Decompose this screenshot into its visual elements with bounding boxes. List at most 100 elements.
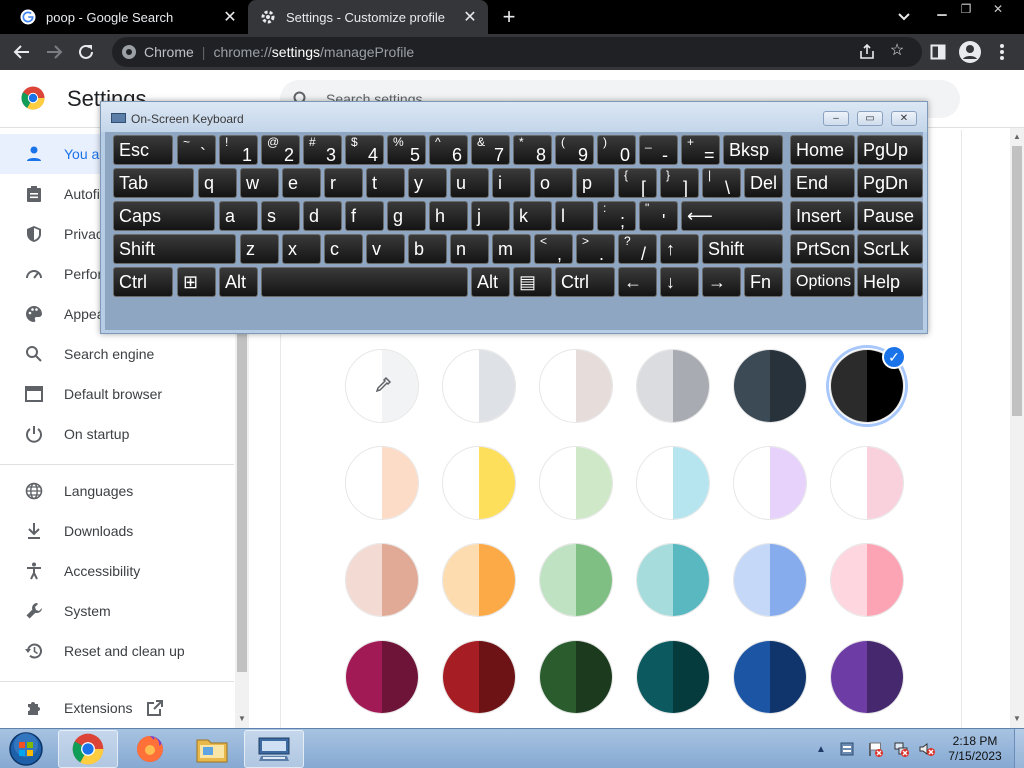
osk-key[interactable]: j [471, 201, 510, 231]
theme-color-swatch[interactable] [442, 543, 516, 617]
profile-avatar-icon[interactable] [958, 40, 982, 64]
osk-key[interactable]: d [303, 201, 342, 231]
osk-key[interactable]: i [492, 168, 531, 198]
osk-key[interactable]: Caps [113, 201, 215, 231]
close-tab-icon[interactable]: ✕ [220, 7, 240, 27]
address-bar[interactable]: Chrome | chrome:// settings /manageProfi… [112, 37, 922, 67]
osk-key[interactable]: ~ ` [177, 135, 216, 165]
osk-maximize-button[interactable]: ▭ [857, 111, 883, 126]
osk-key[interactable]: " ' [639, 201, 678, 231]
tab-settings[interactable]: Settings - Customize profile ✕ [248, 0, 488, 34]
osk-key[interactable]: Insert [790, 201, 855, 231]
osk-key[interactable]: _ - [639, 135, 678, 165]
page-scrollbar[interactable]: ▲ ▼ [1010, 128, 1024, 728]
osk-key[interactable]: ? / [618, 234, 657, 264]
osk-key[interactable]: #3 [303, 135, 342, 165]
osk-key[interactable]: Help [857, 267, 923, 297]
side-panel-icon[interactable] [926, 40, 950, 64]
sidebar-item-accessibility[interactable]: Accessibility [0, 551, 234, 591]
osk-key[interactable]: ⟵ [681, 201, 783, 231]
scroll-down-arrow-icon[interactable]: ▼ [237, 714, 247, 724]
osk-key[interactable]: (9 [555, 135, 594, 165]
theme-color-swatch[interactable] [636, 349, 710, 423]
theme-color-swatch[interactable] [733, 446, 807, 520]
osk-key[interactable]: Alt [219, 267, 258, 297]
osk-taskbar-button[interactable] [244, 730, 304, 768]
restore-window-icon[interactable]: ❐ [950, 0, 982, 18]
forward-arrow-icon[interactable] [42, 40, 66, 64]
theme-color-swatch[interactable] [733, 640, 807, 714]
volume-muted-icon[interactable] [918, 740, 936, 758]
osk-key[interactable]: ! 1 [219, 135, 258, 165]
osk-key[interactable]: q [198, 168, 237, 198]
action-center-flag-icon[interactable] [866, 740, 884, 758]
osk-key[interactable]: ↓ [660, 267, 699, 297]
osk-key[interactable]: }] [660, 168, 699, 198]
osk-key[interactable]: Bksp [723, 135, 783, 165]
osk-key[interactable]: $4 [345, 135, 384, 165]
taskbar-clock[interactable]: 2:18 PM 7/15/2023 [940, 734, 1010, 764]
osk-key[interactable]: <, [534, 234, 573, 264]
page-scroll-thumb[interactable] [1012, 146, 1022, 416]
osk-key[interactable]: Esc [113, 135, 173, 165]
osk-key[interactable]: e [282, 168, 321, 198]
theme-color-swatch[interactable] [442, 446, 516, 520]
osk-key[interactable]: PrtScn [790, 234, 855, 264]
sidebar-item-downloads[interactable]: Downloads [0, 511, 234, 551]
osk-key[interactable]: y [408, 168, 447, 198]
osk-key[interactable]: ^ 6 [429, 135, 468, 165]
tray-app-icon[interactable] [838, 740, 856, 758]
osk-key[interactable]: a [219, 201, 258, 231]
osk-key[interactable]: t [366, 168, 405, 198]
osk-key[interactable]: ▤ [513, 267, 552, 297]
theme-color-swatch[interactable] [539, 446, 613, 520]
osk-key[interactable]: g [387, 201, 426, 231]
osk-key[interactable]: ← [618, 267, 657, 297]
sidebar-item-search-engine[interactable]: Search engine [0, 334, 234, 374]
osk-key[interactable]: + = [681, 135, 720, 165]
show-hidden-icons-arrow-icon[interactable]: ▲ [812, 740, 830, 758]
osk-key[interactable]: >. [576, 234, 615, 264]
scroll-up-arrow-icon[interactable]: ▲ [1012, 132, 1022, 141]
sidebar-item-languages[interactable]: Languages [0, 471, 234, 511]
show-desktop-button[interactable] [1014, 729, 1024, 768]
osk-key[interactable]: @2 [261, 135, 300, 165]
back-arrow-icon[interactable] [10, 40, 34, 64]
osk-key[interactable]: n [450, 234, 489, 264]
theme-color-swatch[interactable] [636, 446, 710, 520]
osk-key[interactable]: o [534, 168, 573, 198]
share-icon[interactable] [858, 43, 876, 61]
tab-google-search[interactable]: poop - Google Search ✕ [8, 0, 248, 34]
sidebar-item-on-startup[interactable]: On startup [0, 414, 234, 454]
theme-color-swatch[interactable] [830, 543, 904, 617]
sidebar-item-default-browser[interactable]: Default browser [0, 374, 234, 414]
sidebar-item-system[interactable]: System [0, 591, 234, 631]
sidebar-item-reset[interactable]: Reset and clean up [0, 631, 234, 671]
osk-key[interactable]: Alt [471, 267, 510, 297]
osk-key[interactable]: v [366, 234, 405, 264]
theme-color-swatch[interactable] [539, 349, 613, 423]
osk-key[interactable]: & 7 [471, 135, 510, 165]
osk-key[interactable]: Fn [744, 267, 783, 297]
theme-color-swatch[interactable] [442, 640, 516, 714]
chrome-taskbar-button[interactable] [58, 730, 118, 768]
osk-key[interactable]: Shift [113, 234, 236, 264]
theme-color-swatch[interactable] [539, 640, 613, 714]
osk-key[interactable]: ⊞ [177, 267, 216, 297]
osk-key[interactable]: k [513, 201, 552, 231]
theme-color-swatch[interactable] [830, 446, 904, 520]
tab-search-chevron-icon[interactable] [893, 8, 915, 26]
bookmark-star-icon[interactable]: ☆ [888, 42, 906, 60]
osk-key[interactable]: m [492, 234, 531, 264]
new-tab-button[interactable]: + [498, 6, 520, 28]
osk-key[interactable]: Options [790, 267, 855, 297]
theme-color-swatch[interactable] [442, 349, 516, 423]
osk-key[interactable]: ScrLk [857, 234, 923, 264]
osk-key[interactable]: Ctrl [113, 267, 173, 297]
osk-key[interactable] [261, 267, 468, 297]
reload-icon[interactable] [74, 40, 98, 64]
osk-key[interactable]: f [345, 201, 384, 231]
sidebar-item-extensions[interactable]: Extensions [0, 688, 234, 728]
osk-key[interactable]: * 8 [513, 135, 552, 165]
osk-key[interactable]: End [790, 168, 855, 198]
